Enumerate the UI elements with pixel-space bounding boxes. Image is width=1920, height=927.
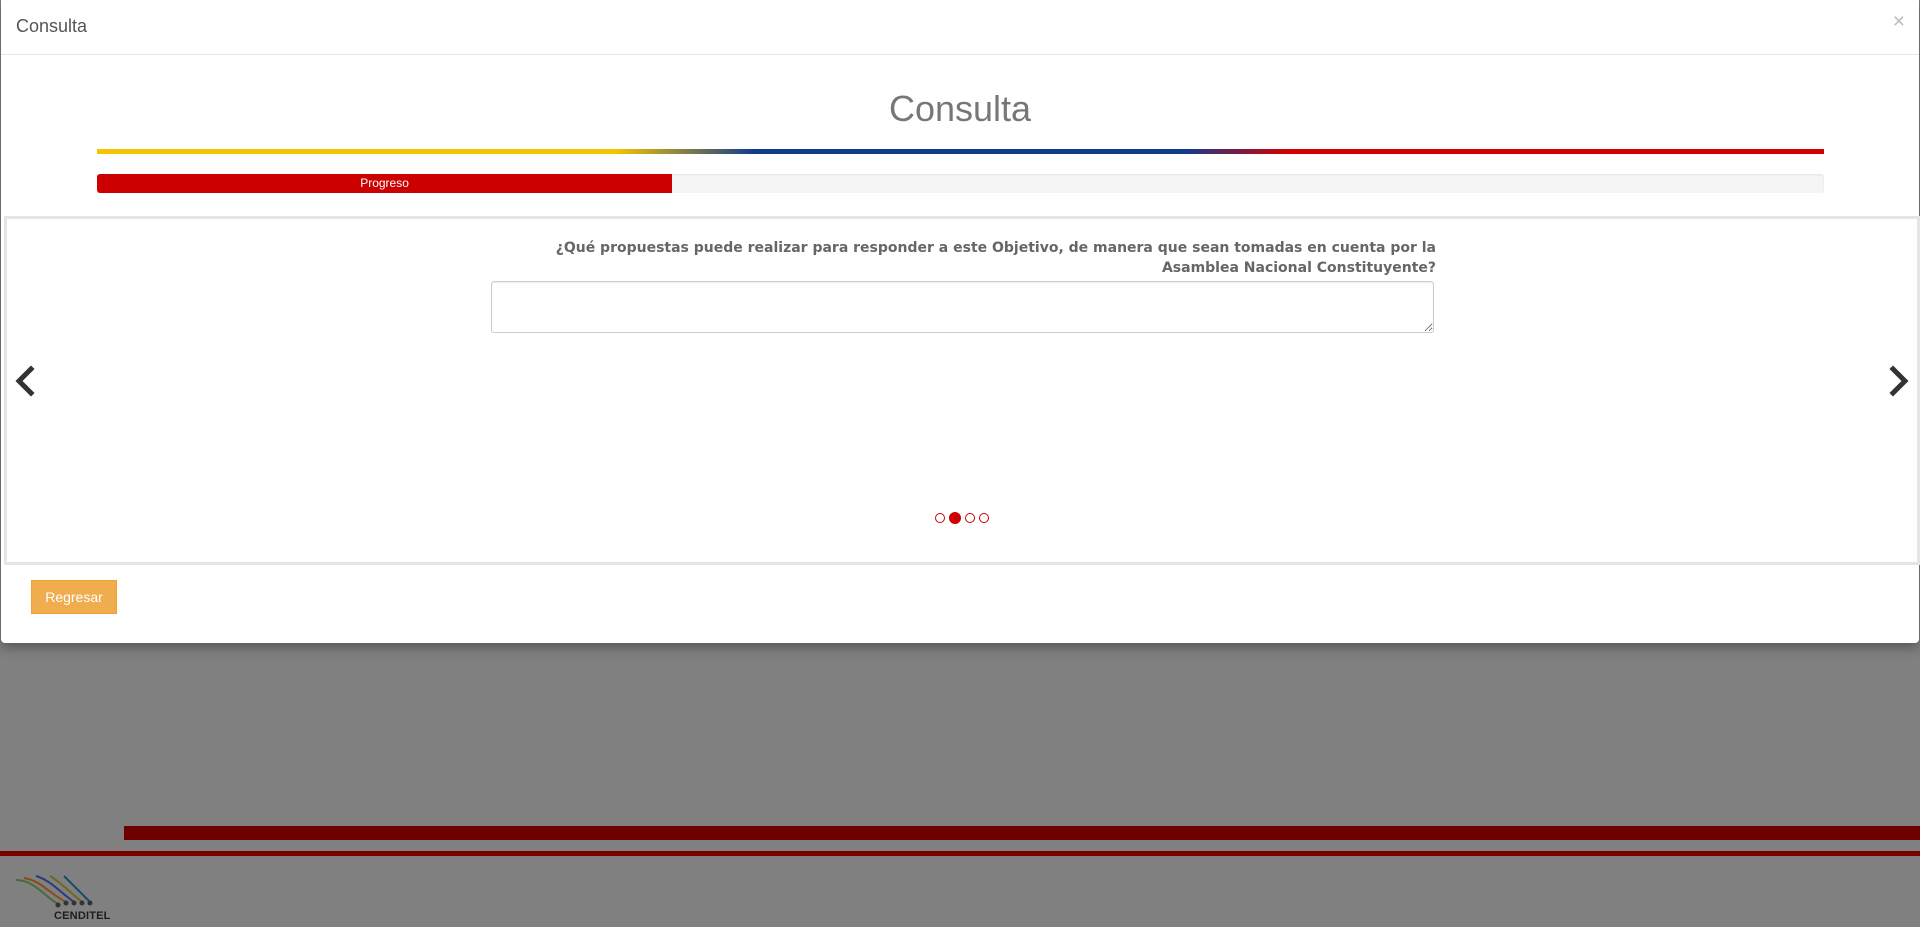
page-title: Consulta xyxy=(888,88,1032,129)
answer-textarea[interactable] xyxy=(491,281,1434,333)
carousel-indicator-dot[interactable] xyxy=(935,513,945,523)
carousel-indicator-dot[interactable] xyxy=(979,513,989,523)
logo-text: CENDITEL xyxy=(54,910,111,922)
chevron-left-icon[interactable] xyxy=(9,361,39,401)
modal-header: Consulta × xyxy=(1,0,1919,55)
background-divider xyxy=(0,851,1920,856)
progress-track: Progreso xyxy=(97,174,1824,193)
close-icon[interactable]: × xyxy=(1893,10,1905,34)
back-button[interactable]: Regresar xyxy=(31,580,117,614)
question-carousel: ¿Qué propuestas puede realizar para resp… xyxy=(4,216,1920,565)
carousel-indicators xyxy=(7,512,1917,524)
question-label: ¿Qué propuestas puede realizar para resp… xyxy=(555,240,1436,276)
modal-header-title: Consulta xyxy=(16,16,88,36)
progress-bar: Progreso xyxy=(97,174,673,193)
background-header-bar xyxy=(124,826,1920,840)
chevron-right-icon[interactable] xyxy=(1885,361,1915,401)
consulta-modal: Consulta × Consulta Progreso ¿Qué propue… xyxy=(1,0,1920,643)
carousel-indicator-dot[interactable] xyxy=(949,512,961,524)
tricolor-divider xyxy=(97,149,1824,154)
carousel-indicator-dot[interactable] xyxy=(965,513,975,523)
